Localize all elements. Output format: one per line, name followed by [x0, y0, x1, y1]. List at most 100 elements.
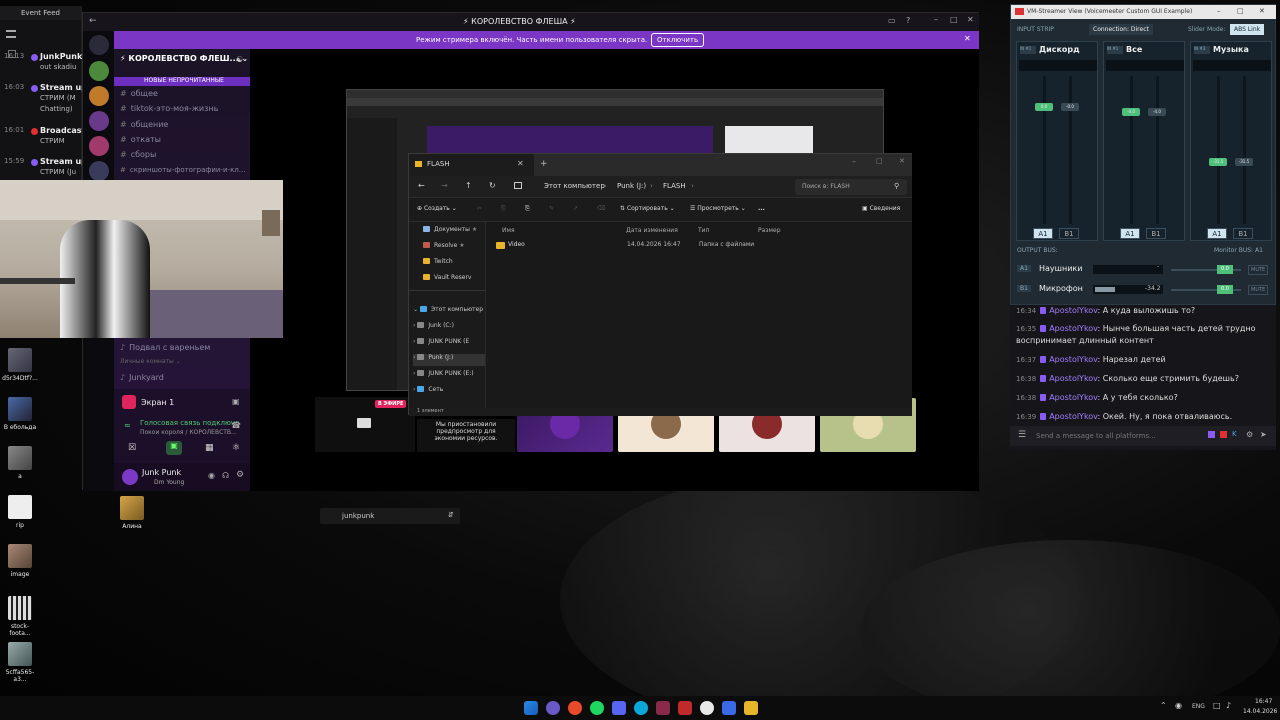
nav-item-twitch[interactable]: Twitch — [423, 258, 453, 270]
browser-icon[interactable] — [568, 701, 582, 715]
search-input[interactable]: Поиск в: FLASH ⚲ — [795, 179, 907, 195]
nav-item-drive-selected[interactable]: › Punk (J:) — [413, 354, 485, 366]
menu-icon[interactable] — [6, 30, 16, 38]
desktop-icon[interactable]: stock-foota... — [2, 596, 38, 637]
send-icon[interactable]: ➤ — [1260, 430, 1267, 439]
invite-icon[interactable]: ☯ — [236, 55, 243, 64]
youtube-icon[interactable] — [1220, 431, 1227, 438]
column-header[interactable]: Имя — [502, 227, 515, 234]
server-icon[interactable] — [89, 86, 109, 106]
column-header[interactable]: Размер — [758, 227, 781, 234]
desktop-icon[interactable]: 5cffa565-a3... — [2, 642, 38, 683]
gear-icon[interactable]: ⚙ — [1246, 430, 1253, 439]
mute-button[interactable]: MUTE — [1248, 265, 1269, 275]
app-icon[interactable] — [722, 701, 736, 715]
minimize-icon[interactable]: – — [934, 15, 938, 24]
bus-a1-button[interactable]: A1 — [1033, 228, 1053, 239]
new-tab-icon[interactable]: + — [540, 159, 548, 169]
clock-time[interactable]: 16:47 — [1255, 698, 1272, 705]
output-gain-knob[interactable]: 0.0 — [1217, 265, 1233, 274]
fader-track[interactable] — [1217, 76, 1220, 224]
channel-item[interactable]: # общение — [120, 120, 168, 129]
fader-track[interactable] — [1243, 76, 1246, 224]
create-button[interactable]: ⊕ Создать ⌄ — [417, 205, 457, 212]
menu-icon[interactable]: ☰ — [1018, 430, 1026, 440]
gain-fader-knob[interactable]: -4.0 — [1148, 107, 1166, 116]
bus-b1-button[interactable]: B1 — [1146, 228, 1166, 239]
rename-icon[interactable]: ✎ — [549, 205, 554, 212]
activities-icon[interactable]: ▦ — [205, 443, 214, 453]
close-icon[interactable]: ✕ — [967, 15, 974, 24]
fader-track[interactable] — [1156, 76, 1159, 224]
speaker-icon[interactable]: ♪ — [1226, 701, 1231, 710]
nav-item-network[interactable]: › Сеть — [413, 386, 443, 398]
desktop-icon[interactable]: d5r34Dtf?... — [2, 348, 38, 382]
kick-icon[interactable]: K — [1232, 430, 1237, 438]
spotify-icon[interactable] — [590, 701, 604, 715]
nav-item-drive[interactable]: › Junk (C:) — [413, 322, 454, 334]
gain-fader-knob[interactable]: -4.0 — [1122, 107, 1140, 116]
file-explorer-icon[interactable] — [744, 701, 758, 715]
breadcrumb-item[interactable]: FLASH — [663, 182, 686, 190]
gain-fader-knob[interactable]: 0.0 — [1035, 103, 1053, 112]
desktop-icon[interactable]: Алина — [114, 496, 150, 530]
server-icon[interactable] — [89, 161, 109, 181]
sort-button[interactable]: ⇅ Сортировать ⌄ — [620, 205, 675, 212]
gain-fader-knob[interactable]: -31.5 — [1235, 157, 1253, 166]
slider-mode-button[interactable]: ABS Link — [1230, 24, 1265, 35]
close-icon[interactable]: ✕ — [899, 157, 905, 165]
server-icon[interactable] — [89, 61, 109, 81]
column-header[interactable]: Тип — [698, 227, 710, 234]
minimize-icon[interactable]: – — [1217, 7, 1221, 15]
gain-fader-knob[interactable]: -31.5 — [1209, 157, 1227, 166]
headphones-icon[interactable]: ☊ — [222, 471, 229, 480]
twitch-icon[interactable] — [1208, 431, 1215, 438]
nav-item-drive[interactable]: › JUNK PUNK (E:) — [413, 370, 474, 382]
nav-item-this-pc[interactable]: ⌄ Этот компьютер — [413, 306, 483, 318]
gain-fader-knob[interactable]: -0.0 — [1061, 103, 1079, 112]
message-user[interactable]: ApostolYkov — [1049, 355, 1097, 364]
disable-streamer-mode-button[interactable]: Отключить — [651, 33, 705, 47]
explorer-tab[interactable]: FLASH ✕ — [409, 154, 534, 176]
minimize-icon[interactable]: – — [852, 157, 856, 166]
inbox-icon[interactable]: ▭ — [888, 16, 896, 25]
desktop-icon[interactable]: image — [2, 544, 38, 578]
language-indicator[interactable]: ENG — [1192, 703, 1205, 710]
app-icon[interactable] — [546, 701, 560, 715]
paste-icon[interactable]: ⎘ — [525, 205, 530, 213]
close-icon[interactable]: ✕ — [1259, 7, 1265, 15]
channel-item[interactable]: # скриншоты-фотографии-и-кл... — [120, 166, 245, 174]
share-icon[interactable]: ↗ — [573, 205, 578, 212]
fader-track[interactable] — [1043, 76, 1046, 224]
channel-item[interactable]: # сборы — [120, 150, 156, 159]
desktop-icon[interactable]: В ебольда — [2, 397, 38, 431]
nav-item-resolve[interactable]: Resolve ★ — [423, 242, 465, 254]
streamer-select[interactable]: junkpunk ⇵ — [320, 508, 460, 524]
forward-icon[interactable]: → — [441, 181, 448, 190]
nav-item-vault[interactable]: Vault Reserv — [423, 274, 471, 286]
channel-item[interactable]: # tiktok-это-моя-жизнь — [120, 104, 218, 113]
clock-date[interactable]: 14.04.2026 — [1243, 708, 1277, 715]
fader-track[interactable] — [1069, 76, 1072, 224]
nav-item-documents[interactable]: Документы ★ — [423, 226, 477, 238]
help-icon[interactable]: ? — [906, 16, 910, 25]
screen-share-button[interactable]: ▣ — [166, 441, 182, 455]
voice-channel-item[interactable]: ♪ Подвал с вареньем — [120, 343, 210, 352]
message-user[interactable]: ApostolYkov — [1049, 324, 1097, 333]
message-user[interactable]: ApostolYkov — [1049, 393, 1097, 402]
channel-item[interactable]: # общее — [120, 89, 158, 98]
channel-item[interactable]: # откаты — [120, 135, 161, 144]
mic-icon[interactable]: ◉ — [208, 471, 215, 480]
disconnect-icon[interactable]: ☎ — [231, 421, 241, 430]
message-user[interactable]: ApostolYkov — [1049, 374, 1097, 383]
view-button[interactable]: ☰ Просмотреть ⌄ — [690, 205, 746, 212]
mic-icon[interactable]: ◉ — [1175, 701, 1182, 710]
soundboard-icon[interactable]: ⚛ — [232, 443, 240, 453]
chevron-up-icon[interactable]: ⌃ — [1160, 701, 1167, 710]
server-icon[interactable] — [89, 136, 109, 156]
bus-a1-button[interactable]: A1 — [1120, 228, 1140, 239]
refresh-icon[interactable]: ↻ — [489, 181, 496, 190]
chat-input[interactable]: Send a message to all platforms... — [1036, 432, 1156, 440]
up-icon[interactable]: ↑ — [465, 181, 472, 190]
bus-a1-button[interactable]: A1 — [1207, 228, 1227, 239]
